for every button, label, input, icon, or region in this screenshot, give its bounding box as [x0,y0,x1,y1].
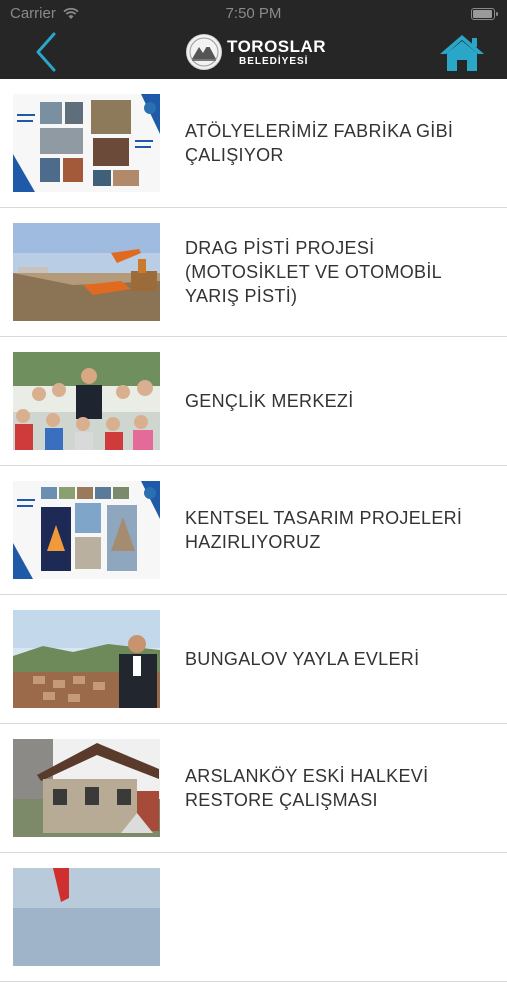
partial-thumbnail-image [13,868,160,966]
item-title: KENTSEL TASARIM PROJELERİ HAZIRLIYORUZ [185,508,463,552]
home-icon [440,35,484,71]
list-item[interactable] [0,853,507,982]
item-thumbnail [13,481,160,579]
old-building-image [13,739,160,837]
item-thumbnail [13,610,160,708]
logo-title: TOROSLAR [227,36,327,56]
news-list: ATÖLYELERİMİZ FABRİKA GİBİ ÇALIŞIYOR DRA… [0,79,507,982]
municipality-logo: TOROSLAR BELEDİYESİ [185,33,326,71]
battery-icon [471,8,498,20]
list-item[interactable]: KENTSEL TASARIM PROJELERİ HAZIRLIYORUZ [0,466,507,595]
item-title [185,853,487,981]
item-title: ATÖLYELERİMİZ FABRİKA GİBİ ÇALIŞIYOR [185,121,454,165]
item-title: ARSLANKÖY ESKİ HALKEVİ RESTORE ÇALIŞMASI [185,766,429,810]
back-button[interactable] [30,31,66,73]
logo-subtitle: BELEDİYESİ [239,55,309,67]
top-bar: Carrier 7:50 PM TOROSLAR BELEDİYESİ [0,0,507,79]
item-thumbnail [13,352,160,450]
list-item[interactable]: ARSLANKÖY ESKİ HALKEVİ RESTORE ÇALIŞMASI [0,724,507,853]
item-thumbnail [13,868,160,966]
battery-level [473,10,492,18]
list-item[interactable]: DRAG PİSTİ PROJESİ (MOTOSİKLET VE OTOMOB… [0,208,507,337]
emblem-icon [186,34,222,70]
item-title: BUNGALOV YAYLA EVLERİ [185,649,420,669]
excavator-image [13,223,160,321]
chevron-left-icon [36,32,56,72]
brochure-image [13,94,160,192]
item-thumbnail [13,94,160,192]
status-bar: Carrier 7:50 PM [0,0,507,26]
group-photo-image [13,352,160,450]
item-thumbnail [13,739,160,837]
bungalow-site-image [13,610,160,708]
navigation-bar: TOROSLAR BELEDİYESİ [0,26,507,79]
item-title: GENÇLİK MERKEZİ [185,391,354,411]
urban-design-brochure-image [13,481,160,579]
status-time: 7:50 PM [225,5,282,22]
item-thumbnail [13,223,160,321]
list-item[interactable]: BUNGALOV YAYLA EVLERİ [0,595,507,724]
list-item[interactable]: ATÖLYELERİMİZ FABRİKA GİBİ ÇALIŞIYOR [0,79,507,208]
item-title: DRAG PİSTİ PROJESİ (MOTOSİKLET VE OTOMOB… [185,238,442,306]
home-button[interactable] [438,33,486,73]
list-item[interactable]: GENÇLİK MERKEZİ [0,337,507,466]
